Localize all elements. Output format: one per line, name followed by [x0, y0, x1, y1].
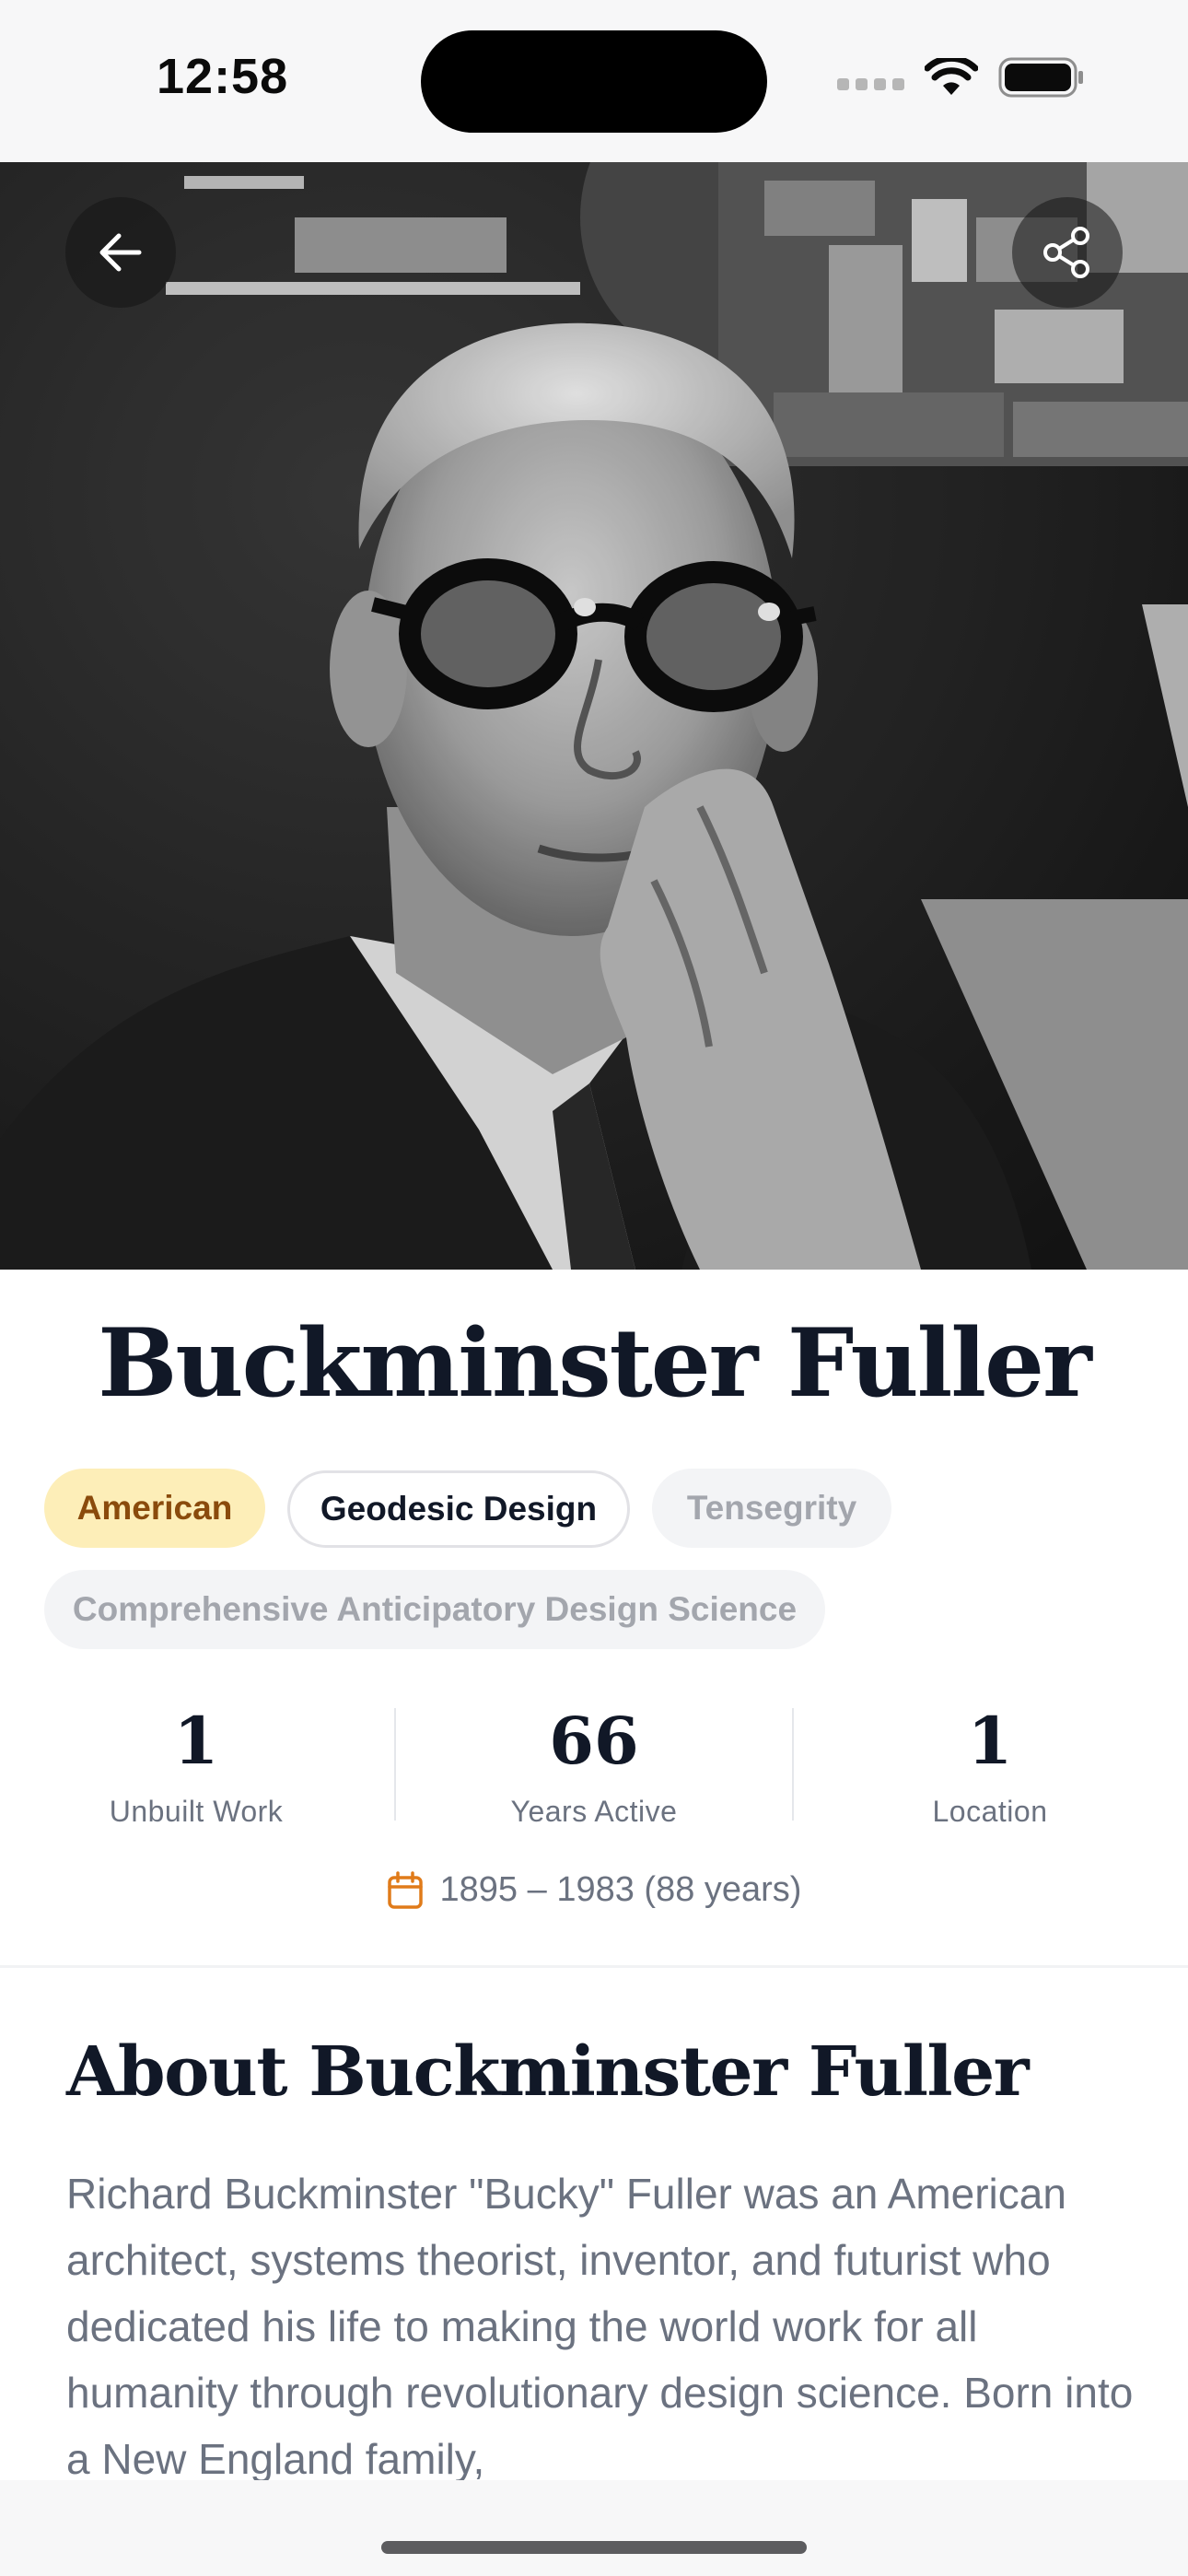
artist-name: Buckminster Fuller: [98, 1308, 1092, 1419]
stat-value: 1: [173, 1703, 219, 1779]
stat-label: Location: [932, 1795, 1048, 1828]
arrow-left-icon: [99, 233, 142, 272]
tag-tensegrity[interactable]: Tensegrity: [652, 1469, 891, 1548]
tag-comprehensive-design-science[interactable]: Comprehensive Anticipatory Design Scienc…: [44, 1570, 825, 1649]
stat-years-active[interactable]: 66 Years Active: [410, 1704, 778, 1829]
stat-label: Unbuilt Work: [109, 1795, 284, 1828]
wifi-icon: [925, 58, 978, 95]
stat-divider: [394, 1708, 396, 1821]
about-biography-text: Richard Buckminster "Bucky" Fuller was a…: [66, 2170, 1134, 2483]
status-icons: [837, 57, 1085, 98]
hero-portrait-image: [0, 162, 1188, 1270]
status-time: 12:58: [157, 49, 289, 104]
stat-label: Years Active: [510, 1795, 678, 1828]
stat-value: 66: [549, 1703, 639, 1779]
about-heading: About Buckminster Fuller: [66, 2032, 1030, 2112]
home-bar-area: [0, 2480, 1188, 2576]
dynamic-island: [421, 30, 767, 133]
tag-geodesic-design[interactable]: Geodesic Design: [287, 1470, 630, 1548]
back-button[interactable]: [65, 197, 176, 308]
battery-icon: [998, 57, 1083, 98]
lifespan-text: 1895 – 1983 (88 years): [439, 1870, 802, 1909]
status-bar: 12:58: [0, 0, 1188, 162]
share-icon: [1043, 227, 1089, 278]
stat-unbuilt-works[interactable]: 1 Unbuilt Work: [12, 1704, 380, 1829]
lifespan-row: 1895 – 1983 (88 years): [0, 1870, 1188, 1910]
tag-nationality[interactable]: American: [44, 1469, 265, 1548]
calendar-icon: [387, 1870, 423, 1909]
share-button[interactable]: [1012, 197, 1123, 308]
stat-locations[interactable]: 1 Location: [806, 1704, 1174, 1829]
stat-divider: [792, 1708, 794, 1821]
stats-row: 1 Unbuilt Work 66 Years Active 1 Locatio…: [0, 1704, 1188, 1829]
home-indicator[interactable]: [381, 2541, 807, 2554]
cellular-signal-icon: [837, 77, 904, 90]
stat-value: 1: [967, 1703, 1013, 1779]
section-divider: [0, 1965, 1188, 1968]
